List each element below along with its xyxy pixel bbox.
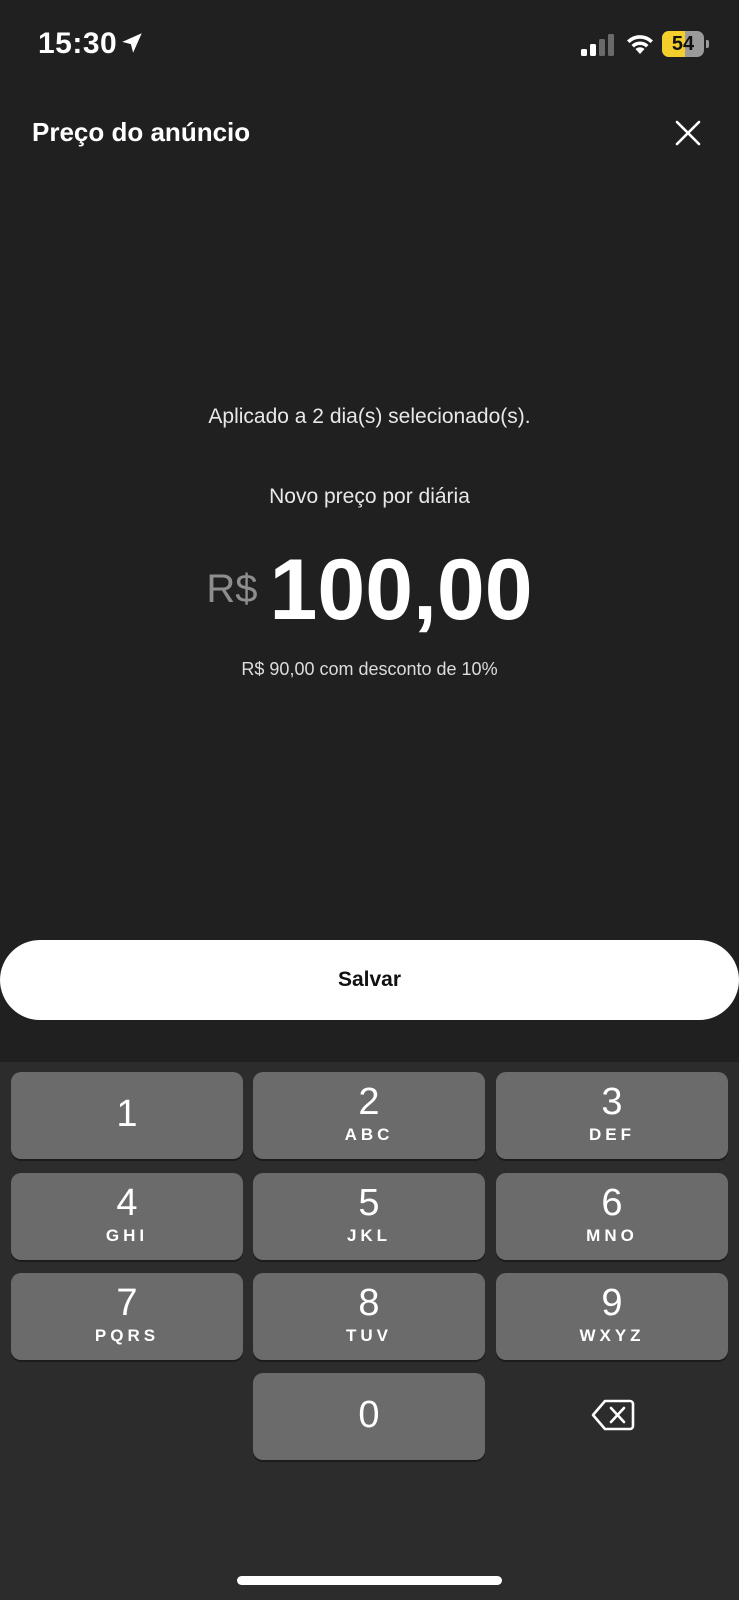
key-3[interactable]: 3 DEF [496, 1072, 728, 1159]
close-icon[interactable] [675, 120, 701, 146]
key-letters: PQRS [94, 1326, 160, 1345]
battery-body: 54 [662, 31, 704, 57]
key-letters: WXYZ [579, 1326, 645, 1345]
battery-cap [706, 40, 709, 48]
key-letters: ABC [344, 1125, 394, 1144]
save-button[interactable]: Salvar [0, 940, 739, 1020]
key-9[interactable]: 9 WXYZ [496, 1273, 728, 1360]
applied-days-text: Aplicado a 2 dia(s) selecionado(s). [208, 405, 531, 428]
status-bar: 15:30 54 [0, 0, 739, 90]
key-letters: MNO [586, 1226, 638, 1245]
key-2[interactable]: 2 ABC [253, 1072, 485, 1159]
battery-level: 54 [671, 33, 695, 55]
key-digit: 5 [358, 1182, 380, 1224]
price-value[interactable]: 100,00 [270, 545, 533, 635]
key-digit: 6 [601, 1182, 623, 1224]
key-digit: 4 [116, 1182, 138, 1224]
key-0[interactable]: 0 [253, 1373, 485, 1460]
home-indicator[interactable] [237, 1576, 502, 1585]
key-digit: 3 [601, 1081, 623, 1123]
key-letters: JKL [346, 1226, 392, 1245]
key-digit: 1 [116, 1093, 138, 1135]
discount-text: R$ 90,00 com desconto de 10% [241, 659, 498, 679]
backspace-key[interactable] [496, 1373, 728, 1460]
key-7[interactable]: 7 PQRS [11, 1273, 243, 1360]
key-digit: 8 [358, 1282, 380, 1324]
battery-icon: 54 [662, 31, 709, 57]
key-digit: 0 [358, 1394, 380, 1436]
wifi-icon [627, 35, 653, 54]
key-1[interactable]: 1 [11, 1072, 243, 1159]
backspace-icon [591, 1399, 635, 1431]
key-letters: DEF [589, 1125, 635, 1144]
key-digit: 9 [601, 1282, 623, 1324]
key-digit: 2 [358, 1081, 380, 1123]
key-6[interactable]: 6 MNO [496, 1173, 728, 1260]
key-8[interactable]: 8 TUV [253, 1273, 485, 1360]
key-digit: 7 [116, 1282, 138, 1324]
key-4[interactable]: 4 GHI [11, 1173, 243, 1260]
key-5[interactable]: 5 JKL [253, 1173, 485, 1260]
key-letters: GHI [105, 1226, 149, 1245]
price-display: R$ 100,00 [0, 545, 739, 635]
price-label: Novo preço por diária [269, 485, 470, 508]
status-time: 15:30 [38, 27, 118, 60]
key-letters: TUV [346, 1326, 392, 1345]
signal-icon [581, 34, 614, 56]
location-arrow-icon [122, 33, 142, 53]
page-title: Preço do anúncio [32, 117, 251, 147]
screen: 15:30 54 Preço do anúncio Aplicado a 2 d [0, 0, 739, 1600]
currency-symbol: R$ [206, 567, 258, 611]
